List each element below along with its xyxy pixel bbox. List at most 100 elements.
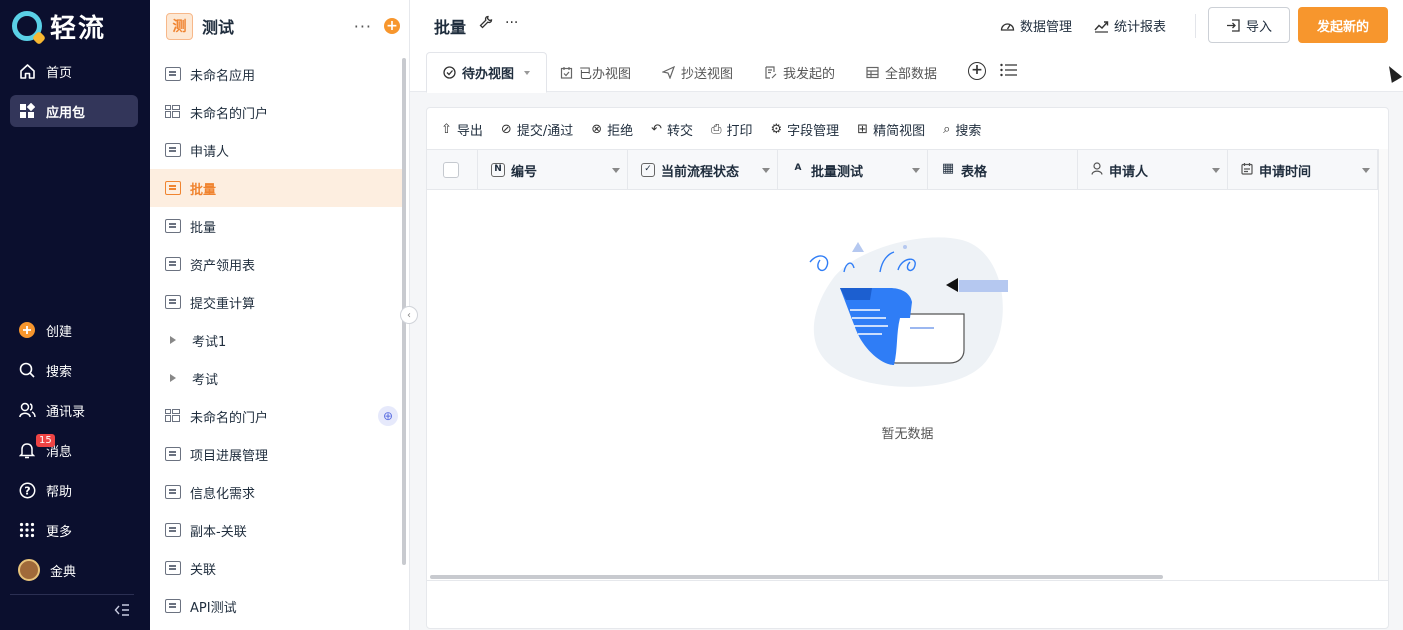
logo[interactable]: 轻流 xyxy=(12,8,106,44)
nav-messages[interactable]: 15 消息 xyxy=(10,434,138,466)
help-icon: ? xyxy=(18,481,36,499)
sidebar-item[interactable]: 批量 xyxy=(150,207,402,245)
sidebar-item[interactable]: 申请人 xyxy=(150,131,402,169)
sidebar-group[interactable]: 考试 xyxy=(150,359,402,397)
sidebar-item[interactable]: 未命名的门户 ⊕ xyxy=(150,397,402,435)
form-icon xyxy=(165,181,181,195)
column-menu-icon[interactable] xyxy=(612,168,620,173)
sidebar-item[interactable]: 信息化需求 xyxy=(150,473,402,511)
sidebar-item-label: 信息化需求 xyxy=(190,486,256,502)
nav-apps[interactable]: 应用包 xyxy=(10,95,138,127)
column-menu-icon[interactable] xyxy=(1212,168,1220,173)
text-field-icon: A xyxy=(794,163,802,173)
transfer-button[interactable]: ↶ 转交 xyxy=(651,120,693,139)
tab-label: 待办视图 xyxy=(461,67,514,82)
nav-home-label: 首页 xyxy=(46,65,73,81)
field-manage-button[interactable]: ⚙ 字段管理 xyxy=(770,120,839,139)
app-sidebar: 测 测试 ··· + 未命名应用 未命名的门户 申请人 批量 批量 资产领用表 … xyxy=(150,0,410,630)
tab-done[interactable]: 已办视图 xyxy=(560,52,631,92)
export-button[interactable]: ⇧ 导出 xyxy=(441,120,483,139)
search-button[interactable]: ⌕ 搜索 xyxy=(943,120,981,139)
column-header[interactable]: 申请人 xyxy=(1078,150,1228,190)
export-label: 导出 xyxy=(456,123,483,139)
add-view-icon[interactable]: + xyxy=(968,62,986,80)
sidebar-item[interactable]: 关联 xyxy=(150,549,402,587)
more-icon[interactable]: ··· xyxy=(354,17,372,36)
column-label: 申请人 xyxy=(1109,164,1149,180)
submit-button[interactable]: ⊘ 提交/通过 xyxy=(501,120,573,139)
nav-help-label: 帮助 xyxy=(46,484,73,500)
expand-icon[interactable] xyxy=(170,336,176,344)
sidebar-item-label: 考试 xyxy=(192,372,219,388)
sidebar-item-label: 副本-关联 xyxy=(190,524,247,540)
nav-search[interactable]: 搜索 xyxy=(10,354,138,386)
sidebar-group[interactable]: 考试1 xyxy=(150,321,402,359)
sidebar-item-active[interactable]: 批量 xyxy=(150,169,402,207)
column-header[interactable]: ✓ 当前流程状态 xyxy=(628,150,778,190)
sidebar-item[interactable]: 提交重计算 xyxy=(150,283,402,321)
wrench-icon[interactable] xyxy=(479,15,493,33)
sidebar-item-label: 未命名的门户 xyxy=(190,410,269,426)
title-tools: ··· xyxy=(479,15,518,33)
column-header[interactable]: 申请时间 xyxy=(1228,150,1378,190)
sidebar-item[interactable]: 项目进展管理 xyxy=(150,435,402,473)
column-label: 当前流程状态 xyxy=(661,164,740,180)
logo-icon xyxy=(12,11,42,41)
nav-more[interactable]: 更多 xyxy=(10,514,138,546)
app-icon: 测 xyxy=(166,12,193,40)
sidebar-item[interactable]: 未命名应用 xyxy=(150,55,402,93)
column-menu-icon[interactable] xyxy=(762,168,770,173)
app-title: 测试 xyxy=(202,18,235,37)
nav-home[interactable]: 首页 xyxy=(10,55,138,87)
print-button[interactable]: ⎙ 打印 xyxy=(711,120,752,139)
select-all-checkbox[interactable] xyxy=(443,162,459,178)
grid-icon: ⊞ xyxy=(857,121,869,137)
nav-contacts[interactable]: 通讯录 xyxy=(10,394,138,426)
stats-report-link[interactable]: 统计报表 xyxy=(1094,16,1166,35)
form-icon xyxy=(165,219,181,233)
add-icon[interactable]: + xyxy=(384,18,400,34)
form-icon xyxy=(165,257,181,271)
sidebar-item-label: 资产领用表 xyxy=(190,258,256,274)
reject-button[interactable]: ⊗ 拒绝 xyxy=(591,120,634,139)
column-menu-icon[interactable] xyxy=(1362,168,1370,173)
column-header[interactable]: ▦ 表格 xyxy=(928,150,1078,190)
table-vertical-scrollbar[interactable] xyxy=(1378,149,1388,580)
form-list: 未命名应用 未命名的门户 申请人 批量 批量 资产领用表 提交重计算 考试1 考… xyxy=(150,55,402,625)
globe-icon[interactable]: ⊕ xyxy=(378,406,398,426)
expand-icon[interactable] xyxy=(170,374,176,382)
compact-view-button[interactable]: ⊞ 精简视图 xyxy=(857,120,926,139)
nav-user[interactable]: 金典 xyxy=(10,554,138,586)
data-manage-link[interactable]: 数据管理 xyxy=(1000,16,1072,35)
stats-report-label: 统计报表 xyxy=(1114,20,1167,35)
tab-todo[interactable]: 待办视图 xyxy=(426,52,547,93)
nav-help[interactable]: ? 帮助 xyxy=(10,474,138,506)
import-button[interactable]: 导入 xyxy=(1208,7,1290,43)
tab-label: 已办视图 xyxy=(579,66,632,82)
column-header[interactable]: N 编号 xyxy=(478,150,628,190)
sidebar-item[interactable]: 副本-关联 xyxy=(150,511,402,549)
search-icon: ⌕ xyxy=(943,121,951,137)
reject-label: 拒绝 xyxy=(607,123,634,139)
new-submission-button[interactable]: 发起新的 xyxy=(1298,7,1388,43)
view-list-icon[interactable] xyxy=(1000,63,1018,81)
tab-all[interactable]: 全部数据 xyxy=(866,52,937,92)
nav-search-label: 搜索 xyxy=(46,364,73,380)
tab-mine[interactable]: 我发起的 xyxy=(764,52,835,92)
sidebar-toggle-icon[interactable]: ‹ xyxy=(400,306,418,324)
sidebar-item[interactable]: API测试 xyxy=(150,587,402,625)
compact-view-label: 精简视图 xyxy=(873,123,926,139)
collapse-icon[interactable] xyxy=(114,603,130,621)
sidebar-item[interactable]: 未命名的门户 xyxy=(150,93,402,131)
data-panel: ⇧ 导出 ⊘ 提交/通过 ⊗ 拒绝 ↶ 转交 ⎙ 打印 ⚙ 字段管理 ⊞ 精简视图 ⌕ 搜索 N… xyxy=(426,107,1389,629)
column-header[interactable]: A 批量测试 xyxy=(778,150,928,190)
form-icon xyxy=(165,561,181,575)
search-icon xyxy=(18,361,36,379)
nav-create[interactable]: 创建 xyxy=(10,314,138,346)
more-icon[interactable]: ··· xyxy=(505,15,518,33)
column-menu-icon[interactable] xyxy=(912,168,920,173)
sidebar-item[interactable]: 资产领用表 xyxy=(150,245,402,283)
caret-down-icon[interactable] xyxy=(524,70,530,75)
table-horizontal-scrollbar[interactable] xyxy=(430,575,1163,579)
tab-cc[interactable]: 抄送视图 xyxy=(662,52,733,92)
